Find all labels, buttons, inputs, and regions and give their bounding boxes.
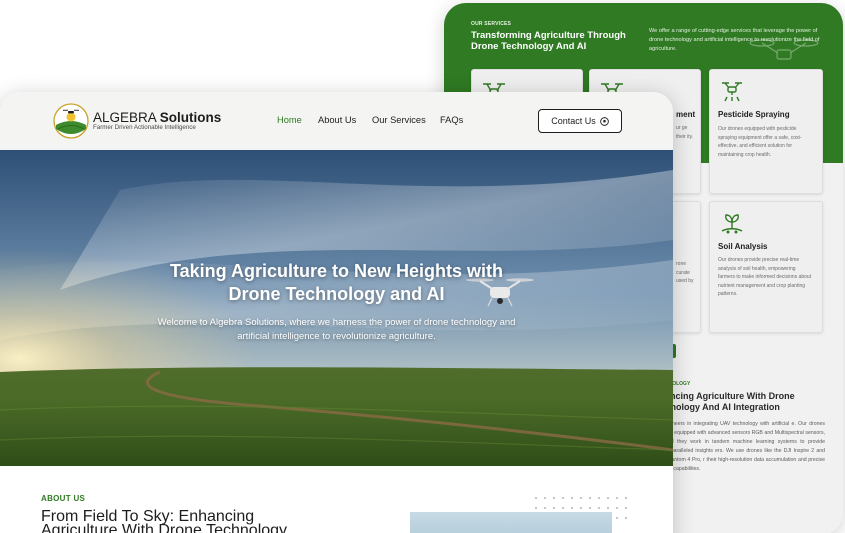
hero-title: Taking Agriculture to New Heights with D… xyxy=(0,260,673,305)
services-title: Transforming Agriculture Through Drone T… xyxy=(471,30,626,52)
technology-title: ancing Agriculture With Drone hnology An… xyxy=(665,391,795,412)
sprout-icon xyxy=(721,214,743,234)
about-title-line-2: Agriculture With Drone Technology xyxy=(41,522,288,533)
hero-title-line-2: Drone Technology and AI xyxy=(228,283,445,304)
service-card-text: Our drones equipped with pesticide spray… xyxy=(718,126,802,158)
about-title: From Field To Sky: Enhancing Agriculture… xyxy=(41,509,361,533)
nav-link-home[interactable]: Home xyxy=(277,115,302,125)
about-eyebrow: ABOUT US xyxy=(41,494,86,503)
soccer-ball-icon xyxy=(599,116,609,126)
navbar: ALGEBRA Solutions Farmer Driven Actionab… xyxy=(0,92,673,150)
service-card-soil-analysis[interactable]: Soil Analysis Our drones provide precise… xyxy=(709,201,823,333)
hero-title-line-1: Taking Agriculture to New Heights with xyxy=(169,261,504,281)
service-card-title: ment xyxy=(676,110,696,119)
brand-name[interactable]: ALGEBRA Solutions xyxy=(93,110,221,125)
brand-name-bold: Solutions xyxy=(159,110,222,125)
about-image xyxy=(410,512,612,533)
service-card-pesticide-spraying[interactable]: Pesticide Spraying Our drones equipped w… xyxy=(709,69,823,194)
brand-name-text: ALGEBRA xyxy=(93,110,157,125)
service-card-text: rone curate used by xyxy=(676,261,694,284)
services-eyebrow: OUR SERVICES xyxy=(471,21,512,27)
hero-section: Taking Agriculture to New Heights with D… xyxy=(0,150,673,466)
service-card-text: ur ge their ity. xyxy=(676,125,694,140)
brand-tagline: Farmer Driven Actionable Intelligence xyxy=(93,124,196,131)
sprayer-drone-icon xyxy=(722,82,742,102)
hero-background-image xyxy=(0,150,673,466)
home-page-window: ALGEBRA Solutions Farmer Driven Actionab… xyxy=(0,92,673,533)
hero-subtitle-line-2: artificial intelligence to revolutionize… xyxy=(237,331,436,342)
nav-link-our-services[interactable]: Our Services xyxy=(372,115,426,125)
algebra-logo-icon[interactable] xyxy=(53,103,89,139)
contact-us-button[interactable]: Contact Us xyxy=(538,109,622,133)
hero-subtitle: Welcome to Algebra Solutions, where we h… xyxy=(0,316,673,344)
nav-link-faqs[interactable]: FAQs xyxy=(440,115,463,125)
hero-subtitle-line-1: Welcome to Algebra Solutions, where we h… xyxy=(157,317,516,328)
technology-body: pioneers in integrating UAV technology w… xyxy=(665,421,825,472)
drone-icon xyxy=(749,39,819,60)
nav-link-about-us[interactable]: About Us xyxy=(318,115,356,125)
service-card-title: Pesticide Spraying xyxy=(718,110,790,119)
contact-us-label: Contact Us xyxy=(551,116,596,126)
service-card-title: Soil Analysis xyxy=(718,242,768,251)
service-card-text: Our drones provide precise real-time ana… xyxy=(718,257,812,297)
